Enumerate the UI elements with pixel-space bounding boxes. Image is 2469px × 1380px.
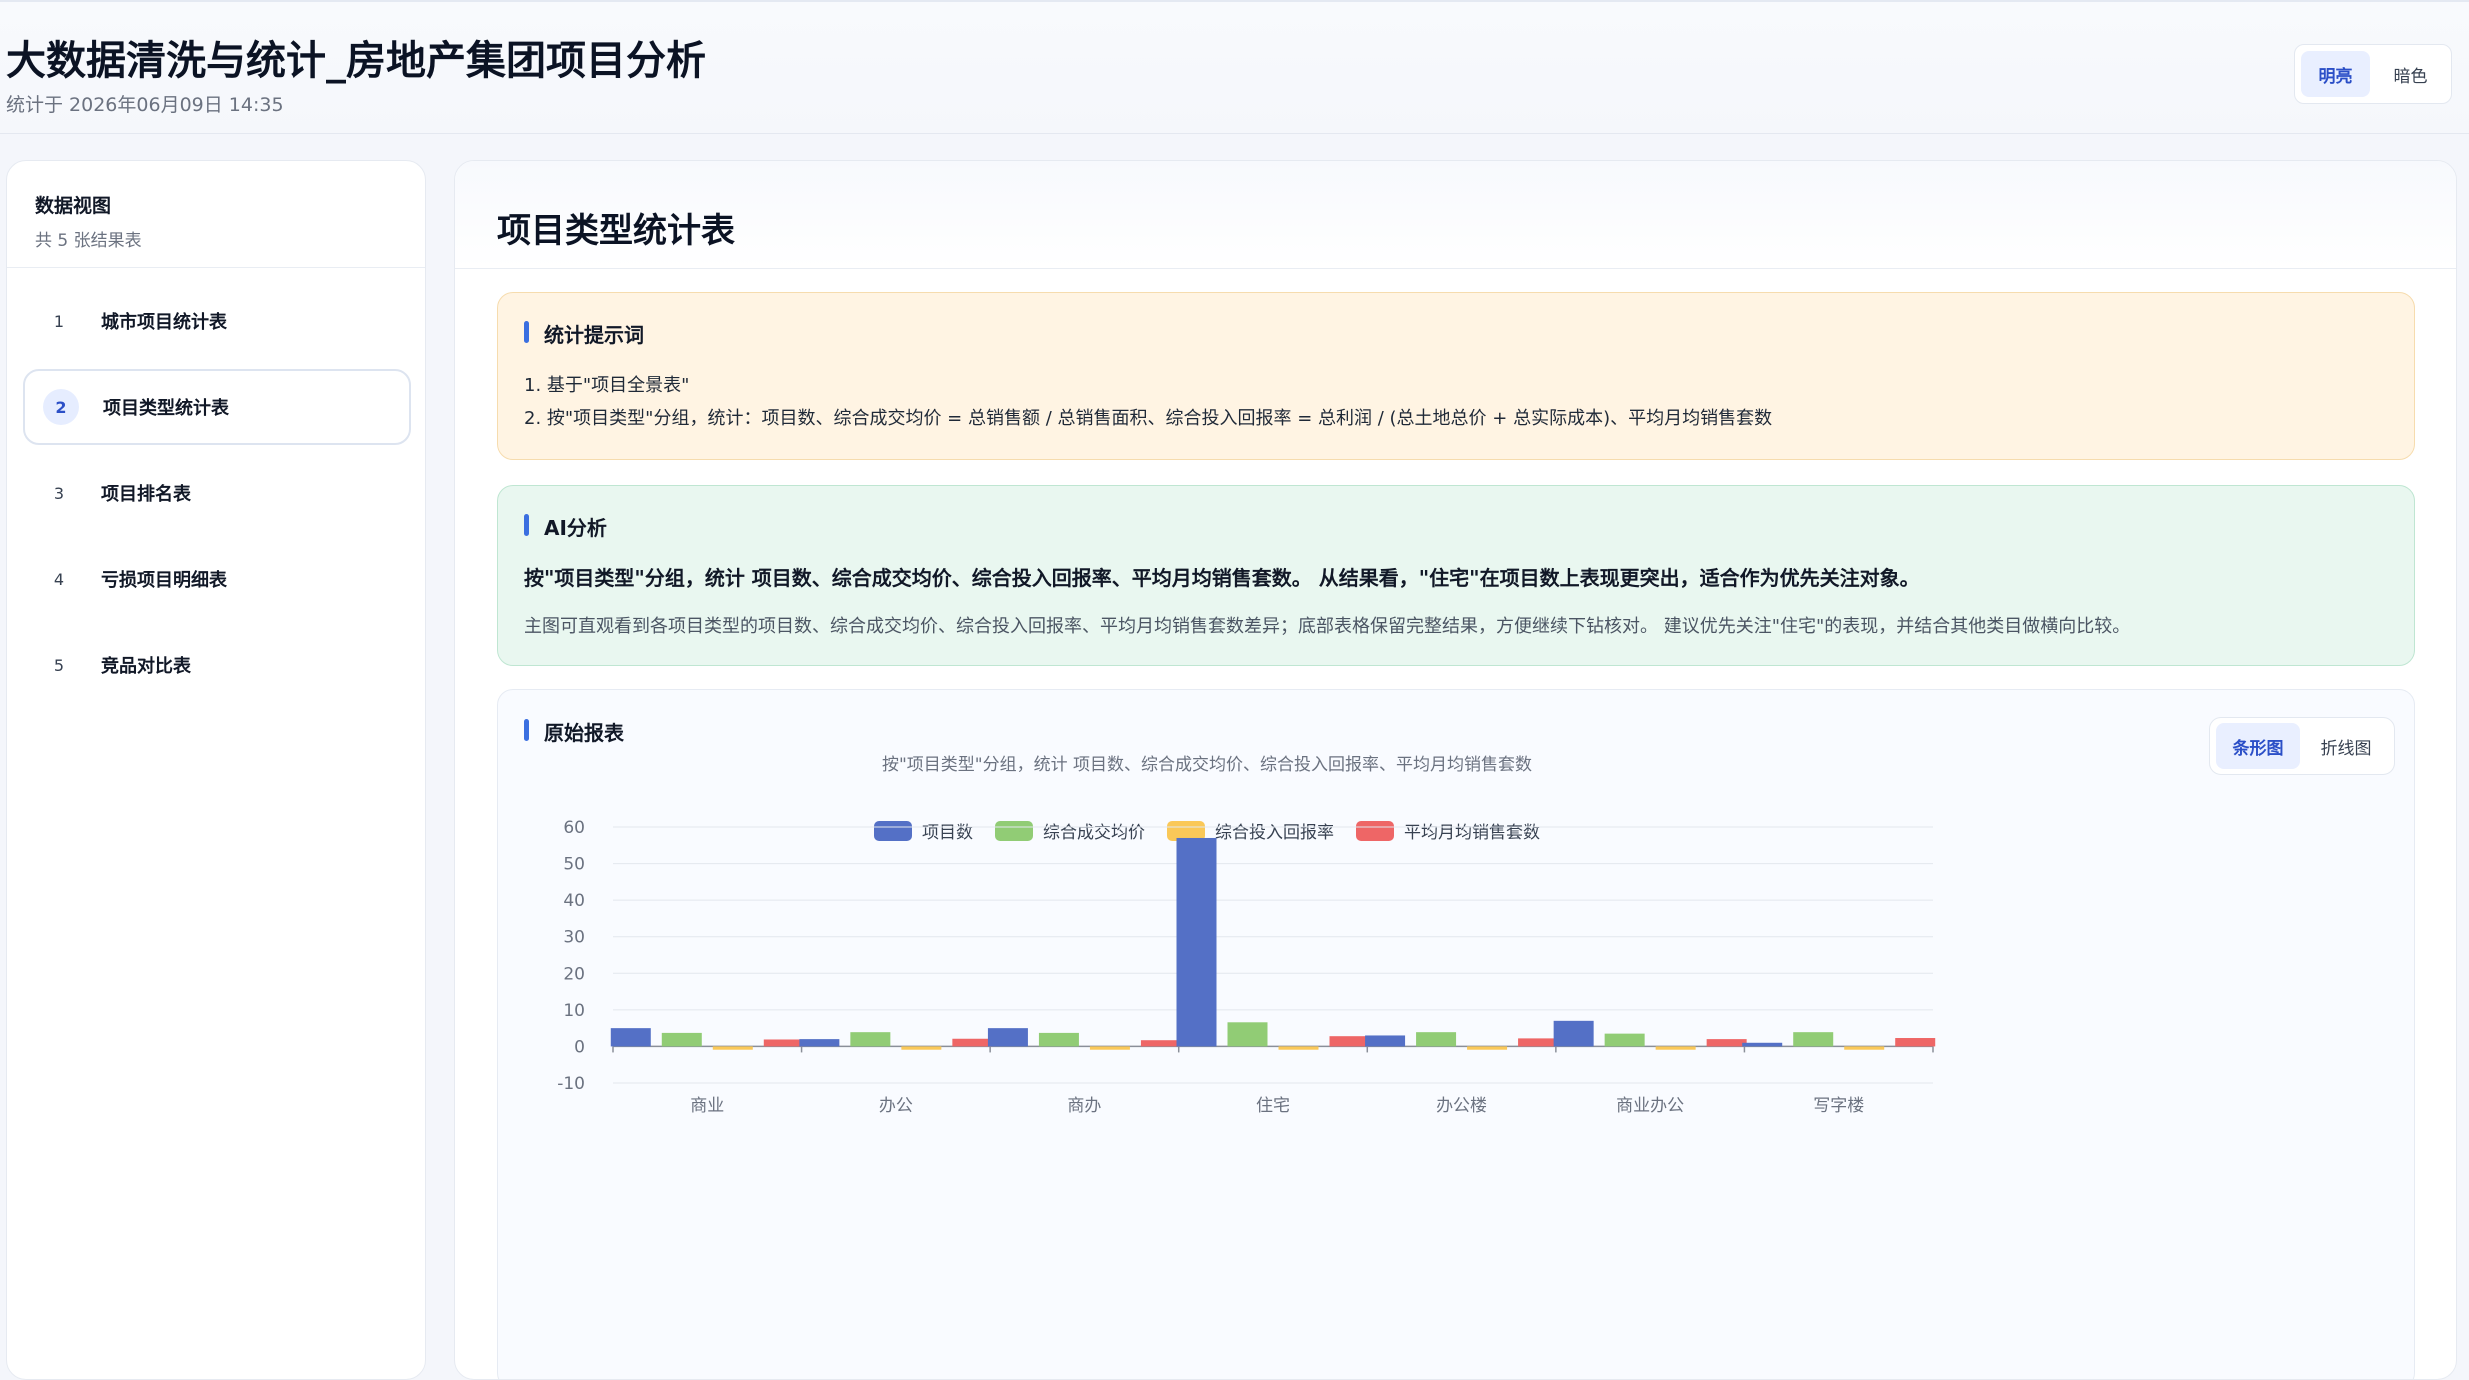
y-tick-label: 0 xyxy=(574,1037,585,1057)
sidebar-item-loss-detail[interactable]: 4 亏损项目明细表 xyxy=(23,541,411,617)
theme-toggle: 明亮 暗色 xyxy=(2294,44,2452,104)
bar xyxy=(1553,1020,1594,1047)
sidebar-title: 数据视图 xyxy=(35,195,112,217)
y-tick-label: 30 xyxy=(563,928,585,948)
bar xyxy=(1706,1039,1747,1047)
nav-number: 2 xyxy=(43,389,79,425)
sidebar-item-label: 城市项目统计表 xyxy=(101,312,227,333)
sidebar-subtitle: 共 5 张结果表 xyxy=(35,231,142,251)
x-tick-label: 住宅 xyxy=(1256,1096,1290,1116)
y-tick-label: 50 xyxy=(563,855,585,875)
sidebar-item-label: 项目排名表 xyxy=(101,484,191,505)
bar xyxy=(1604,1033,1645,1047)
x-tick-label: 商业 xyxy=(690,1096,724,1116)
bar xyxy=(901,1046,942,1050)
bar xyxy=(1176,837,1217,1047)
nav-number: 5 xyxy=(53,655,65,675)
bar xyxy=(1278,1046,1319,1050)
report-card: 原始报表 按"项目类型"分组，统计 项目数、综合成交均价、综合投入回报率、平均月… xyxy=(497,689,2415,1379)
theme-light-button[interactable]: 明亮 xyxy=(2301,51,2370,97)
app-title: 大数据清洗与统计_房地产集团项目分析 xyxy=(6,38,706,84)
ai-lead-text: 按"项目类型"分组，统计 项目数、综合成交均价、综合投入回报率、平均月均销售套数… xyxy=(524,566,1920,590)
prompt-line-2: 2. 按"项目类型"分组，统计：项目数、综合成交均价 = 总销售额 / 总销售面… xyxy=(524,408,1773,429)
x-tick-label: 办公楼 xyxy=(1436,1096,1487,1116)
ai-analysis-card: AI分析 按"项目类型"分组，统计 项目数、综合成交均价、综合投入回报率、平均月… xyxy=(497,485,2415,666)
prompt-card: 统计提示词 1. 基于"项目全景表" 2. 按"项目类型"分组，统计：项目数、综… xyxy=(497,292,2415,460)
y-tick-label: -10 xyxy=(557,1074,585,1094)
bar xyxy=(1467,1046,1508,1050)
main-panel: 项目类型统计表 统计提示词 1. 基于"项目全景表" 2. 按"项目类型"分组，… xyxy=(454,160,2457,1380)
sidebar-item-label: 竞品对比表 xyxy=(101,656,191,677)
prompt-line-1: 1. 基于"项目全景表" xyxy=(524,375,690,396)
bar xyxy=(1655,1046,1696,1050)
x-tick-label: 商办 xyxy=(1067,1096,1101,1116)
bar xyxy=(1089,1046,1130,1050)
sidebar-item-label: 亏损项目明细表 xyxy=(101,570,227,591)
prompt-card-title: 统计提示词 xyxy=(524,319,644,348)
bar xyxy=(799,1039,840,1047)
sidebar-item-label: 项目类型统计表 xyxy=(103,398,229,419)
page-title: 项目类型统计表 xyxy=(497,211,735,251)
sidebar-item-competitor[interactable]: 5 竞品对比表 xyxy=(23,627,411,703)
bar xyxy=(1742,1042,1783,1047)
bar xyxy=(1365,1035,1406,1047)
bar xyxy=(1895,1038,1936,1047)
sidebar: 数据视图 共 5 张结果表 1 城市项目统计表 2 项目类型统计表 3 项目排名… xyxy=(6,160,426,1380)
nav-number: 4 xyxy=(53,569,65,589)
y-tick-label: 60 xyxy=(563,818,585,838)
bar xyxy=(1227,1022,1268,1047)
nav-number: 3 xyxy=(53,483,65,503)
y-tick-label: 20 xyxy=(563,964,585,984)
sidebar-item-city-stats[interactable]: 1 城市项目统计表 xyxy=(23,283,411,359)
stats-timestamp: 统计于 2026年06月09日 14:35 xyxy=(6,94,284,116)
bar xyxy=(1038,1032,1079,1047)
bar xyxy=(661,1032,702,1047)
x-tick-label: 写字楼 xyxy=(1813,1096,1864,1116)
bar xyxy=(1793,1032,1834,1047)
y-tick-label: 10 xyxy=(563,1001,585,1021)
bar xyxy=(987,1028,1028,1047)
main-header: 项目类型统计表 xyxy=(455,161,2456,269)
bar xyxy=(1844,1046,1885,1050)
x-tick-label: 办公 xyxy=(879,1096,913,1116)
theme-dark-button[interactable]: 暗色 xyxy=(2376,51,2445,97)
top-header: 大数据清洗与统计_房地产集团项目分析 统计于 2026年06月09日 14:35… xyxy=(0,0,2469,134)
bar-chart: -100102030405060商业 办公 商办 住宅 办公楼 商业办公 写字楼 xyxy=(557,818,1936,1116)
bar xyxy=(610,1028,651,1047)
bar xyxy=(952,1038,993,1047)
nav-number: 1 xyxy=(53,311,65,331)
bar xyxy=(1140,1040,1181,1047)
bar xyxy=(763,1039,804,1047)
ai-body-text: 主图可直观看到各项目类型的项目数、综合成交均价、综合投入回报率、平均月均销售套数… xyxy=(524,616,2131,637)
bar xyxy=(1329,1036,1370,1047)
x-tick-label: 商业办公 xyxy=(1616,1096,1684,1116)
bar xyxy=(850,1032,891,1047)
sidebar-header: 数据视图 共 5 张结果表 xyxy=(7,161,425,268)
sidebar-item-ranking[interactable]: 3 项目排名表 xyxy=(23,455,411,531)
sidebar-item-type-stats[interactable]: 2 项目类型统计表 xyxy=(23,369,411,445)
bar xyxy=(712,1046,753,1050)
ai-card-title: AI分析 xyxy=(524,512,607,541)
bar xyxy=(1416,1032,1457,1047)
y-tick-label: 40 xyxy=(563,891,585,911)
bar xyxy=(1518,1038,1559,1047)
